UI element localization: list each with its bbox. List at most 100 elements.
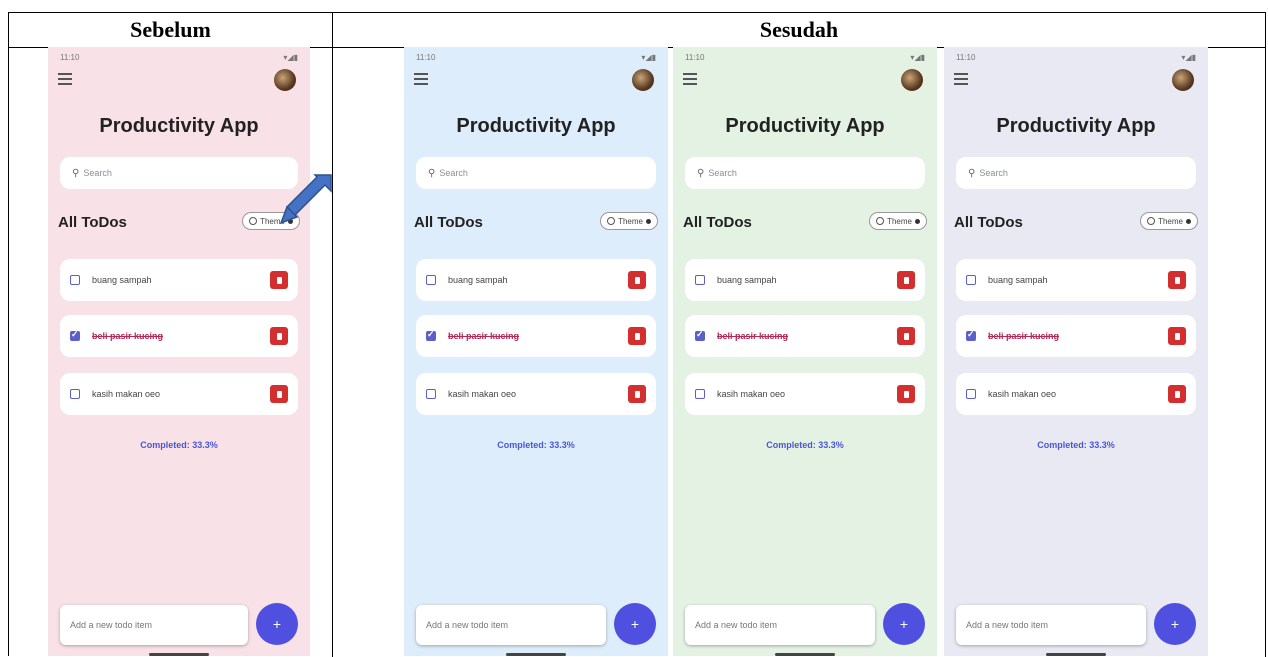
todos-header: All ToDos Theme	[954, 212, 1198, 234]
header-before: Sebelum	[9, 13, 333, 48]
todo-checkbox[interactable]	[695, 329, 705, 341]
search-placeholder: Search	[708, 168, 737, 178]
todo-item[interactable]: beli pasir kucing	[416, 315, 656, 357]
todo-text: beli pasir kucing	[92, 331, 164, 341]
add-todo-placeholder: Add a new todo item	[966, 620, 1049, 630]
phone-after-lavender: 11:10 ▾◢▮ Productivity App ⚲ Search All …	[944, 47, 1208, 656]
app-title: Productivity App	[725, 115, 885, 137]
user-avatar[interactable]	[901, 69, 923, 91]
todo-item[interactable]: beli pasir kucing	[685, 315, 925, 357]
theme-button[interactable]: Theme	[1140, 212, 1198, 230]
user-avatar[interactable]	[1172, 69, 1194, 91]
app-title: Productivity App	[996, 115, 1156, 137]
theme-button[interactable]: Theme	[869, 212, 927, 230]
plus-icon: +	[1170, 616, 1180, 632]
todo-text: buang sampah	[448, 275, 508, 285]
search-input[interactable]: ⚲ Search	[416, 157, 656, 189]
search-icon: ⚲	[428, 167, 436, 179]
todo-checkbox[interactable]	[426, 275, 436, 285]
palette-icon	[915, 218, 920, 224]
todo-item[interactable]: kasih makan oeo	[60, 373, 298, 415]
add-todo-placeholder: Add a new todo item	[70, 620, 153, 630]
todo-item[interactable]: buang sampah	[685, 259, 925, 301]
trash-icon[interactable]	[897, 271, 915, 289]
phone-before-pink: 11:10 ▾◢▮ Productivity App ⚲ Search All …	[48, 47, 310, 656]
hamburger-menu-icon[interactable]	[683, 73, 697, 85]
section-title: All ToDos	[58, 214, 127, 231]
todo-text: buang sampah	[717, 275, 777, 285]
trash-icon[interactable]	[1168, 327, 1186, 345]
todo-item[interactable]: kasih makan oeo	[956, 373, 1196, 415]
trash-icon[interactable]	[270, 271, 288, 289]
phone-after-blue: 11:10 ▾◢▮ Productivity App ⚲ Search All …	[404, 47, 668, 656]
todo-checkbox[interactable]	[70, 329, 80, 341]
theme-button[interactable]: Theme	[600, 212, 658, 230]
user-avatar[interactable]	[274, 69, 296, 91]
todo-checkbox[interactable]	[966, 389, 976, 399]
add-button[interactable]: +	[883, 603, 925, 645]
todo-text: kasih makan oeo	[92, 389, 161, 399]
search-input[interactable]: ⚲ Search	[956, 157, 1196, 189]
todo-checkbox[interactable]	[695, 389, 705, 399]
user-avatar[interactable]	[632, 69, 654, 91]
hamburger-menu-icon[interactable]	[954, 73, 968, 85]
add-todo-input[interactable]: Add a new todo item	[60, 605, 248, 645]
theme-label: Theme	[887, 216, 912, 226]
search-icon: ⚲	[697, 167, 705, 179]
hamburger-menu-icon[interactable]	[58, 73, 72, 85]
todo-checkbox[interactable]	[966, 275, 976, 285]
trash-icon[interactable]	[1168, 271, 1186, 289]
todo-item[interactable]: buang sampah	[60, 259, 298, 301]
add-button[interactable]: +	[1154, 603, 1196, 645]
trash-icon[interactable]	[270, 385, 288, 403]
phone-after-green: 11:10 ▾◢▮ Productivity App ⚲ Search All …	[673, 47, 937, 656]
palette-icon	[646, 218, 651, 224]
todo-item[interactable]: buang sampah	[956, 259, 1196, 301]
status-time: 11:10	[60, 53, 80, 62]
status-time: 11:10	[956, 53, 976, 62]
status-bar: 11:10 ▾◢▮	[956, 53, 1196, 63]
todo-item[interactable]: beli pasir kucing	[956, 315, 1196, 357]
add-todo-input[interactable]: Add a new todo item	[416, 605, 606, 645]
add-button[interactable]: +	[614, 603, 656, 645]
add-todo-input[interactable]: Add a new todo item	[685, 605, 875, 645]
todo-item[interactable]: kasih makan oeo	[416, 373, 656, 415]
todo-item[interactable]: beli pasir kucing	[60, 315, 298, 357]
todo-checkbox[interactable]	[695, 275, 705, 285]
completed-stat: Completed: 33.3%	[140, 440, 218, 450]
radio-icon	[249, 217, 258, 225]
completed-stat: Completed: 33.3%	[497, 440, 575, 450]
trash-icon[interactable]	[1168, 385, 1186, 403]
todo-text: buang sampah	[92, 275, 152, 285]
add-button[interactable]: +	[256, 603, 298, 645]
todo-checkbox[interactable]	[426, 389, 436, 399]
theme-label: Theme	[618, 216, 643, 226]
trash-icon[interactable]	[897, 327, 915, 345]
search-input[interactable]: ⚲ Search	[60, 157, 298, 189]
add-todo-input[interactable]: Add a new todo item	[956, 605, 1146, 645]
todos-header: All ToDos Theme	[414, 212, 658, 234]
todo-text: kasih makan oeo	[988, 389, 1057, 399]
hamburger-menu-icon[interactable]	[414, 73, 428, 85]
search-placeholder: Search	[83, 168, 112, 178]
todo-item[interactable]: buang sampah	[416, 259, 656, 301]
todo-checkbox[interactable]	[966, 329, 976, 341]
trash-icon[interactable]	[628, 385, 646, 403]
todo-text: beli pasir kucing	[988, 331, 1060, 341]
search-placeholder: Search	[979, 168, 1008, 178]
status-bar: 11:10 ▾◢▮	[416, 53, 656, 63]
plus-icon: +	[272, 616, 282, 632]
search-input[interactable]: ⚲ Search	[685, 157, 925, 189]
todo-checkbox[interactable]	[426, 329, 436, 341]
todo-checkbox[interactable]	[70, 275, 80, 285]
trash-icon[interactable]	[897, 385, 915, 403]
trash-icon[interactable]	[628, 271, 646, 289]
todo-item[interactable]: kasih makan oeo	[685, 373, 925, 415]
trash-icon[interactable]	[270, 327, 288, 345]
trash-icon[interactable]	[628, 327, 646, 345]
completed-stat: Completed: 33.3%	[766, 440, 844, 450]
plus-icon: +	[899, 616, 909, 632]
todo-checkbox[interactable]	[70, 389, 80, 399]
add-todo-placeholder: Add a new todo item	[426, 620, 509, 630]
status-bar: 11:10 ▾◢▮	[60, 53, 298, 63]
